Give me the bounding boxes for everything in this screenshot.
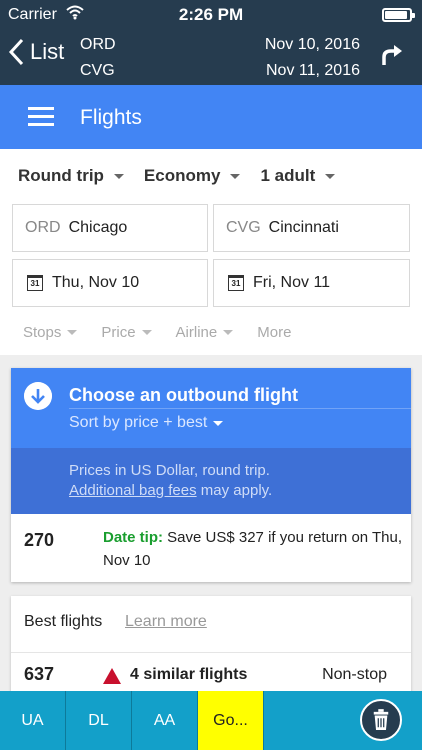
filter-airline[interactable]: Airline [176,324,234,341]
divider [11,652,411,653]
bag-fee-suffix: may apply. [200,482,273,499]
similar-flights-link[interactable]: 4 similar flights [130,666,247,684]
origin-code: ORD [25,219,61,236]
caret-down-icon [141,330,152,335]
filter-label: Stops [23,324,62,341]
battery-icon [382,8,415,22]
filter-label: Price [101,324,136,341]
best-flights-title: Best flights [24,613,103,630]
origin-city: Chicago [68,219,128,236]
tab-label: Go... [213,711,248,729]
caret-down-icon [223,330,234,335]
filter-label: More [257,324,292,341]
price-note: Prices in US Dollar, round trip. Additio… [11,448,411,514]
tab-label: AA [153,711,176,729]
destination-field[interactable]: CVG Cincinnati [213,204,410,252]
divider [69,408,411,409]
nav-depart-date: Nov 10, 2016 [264,36,360,53]
destination-city: Cincinnati [268,219,339,236]
date-tip[interactable]: Date tip: Save US$ 327 if you return on … [103,526,403,572]
caret-down-icon [325,173,336,179]
price-note-line: Prices in US Dollar, round trip. [69,462,270,479]
tab-google[interactable]: Go... [198,691,264,750]
filter-price[interactable]: Price [101,324,152,341]
nav-return-date: Nov 11, 2016 [266,62,360,79]
filter-label: Airline [175,324,218,341]
filter-stops[interactable]: Stops [23,324,78,341]
trash-icon[interactable] [360,699,402,741]
date-tip-label: Date tip: [103,529,163,546]
outbound-header: Choose an outbound flight Sort by price … [11,368,411,448]
trip-type-label: Round trip [18,166,104,185]
route-codes: ORD CVG [80,32,116,84]
nav-destination: CVG [80,62,115,79]
cabin-dropdown[interactable]: Economy [144,166,241,186]
caret-down-icon [230,173,241,179]
caret-down-icon [213,420,224,426]
outbound-title: Choose an outbound flight [69,385,298,405]
chevron-left-icon [8,38,24,66]
search-options: Round trip Economy 1 adult [18,166,336,186]
nav-origin: ORD [80,36,116,53]
calendar-icon: 31 [27,275,43,291]
tab-label: UA [21,711,44,729]
page-title: Flights [80,106,142,129]
filter-row: Stops Price Airline More [23,324,291,341]
battery-fill [385,11,407,19]
hamburger-icon[interactable] [28,107,54,127]
cabin-label: Economy [143,166,221,185]
depart-date-field[interactable]: 31 Thu, Nov 10 [12,259,208,307]
flight-stops: Non-stop [322,666,387,683]
learn-more-link[interactable]: Learn more [125,613,207,631]
search-panel: Round trip Economy 1 adult ORD Chicago C… [0,149,422,355]
sort-dropdown[interactable]: Sort by price + best [69,414,224,432]
status-time: 2:26 PM [178,5,244,24]
bag-fees-link[interactable]: Additional bag fees [69,482,197,499]
tab-label: DL [88,711,109,729]
tab-bar: UA DL AA Go... [0,691,422,750]
delta-logo-icon [103,668,121,684]
destination-code: CVG [226,219,261,236]
passengers-label: 1 adult [260,166,316,185]
return-date-field[interactable]: 31 Fri, Nov 11 [213,259,410,307]
nav-row: List ORD CVG Nov 10, 2016 Nov 11, 2016 [0,30,422,85]
filter-more[interactable]: More [257,324,291,341]
outbound-card: Choose an outbound flight Sort by price … [11,368,411,582]
caret-down-icon [67,330,78,335]
back-button[interactable]: List [8,38,64,66]
bag-fee-line: Additional bag fees may apply. [69,481,411,501]
sort-label: Sort by price + best [69,414,208,431]
refresh-icon[interactable] [378,43,404,69]
back-label: List [30,39,65,64]
calendar-icon: 31 [228,275,244,291]
origin-field[interactable]: ORD Chicago [12,204,208,252]
tab-aa[interactable]: AA [132,691,198,750]
app-bar: Flights [0,85,422,149]
date-tip-price: 270 [24,530,55,550]
top-bar: Carrier 2:26 PM List ORD CVG Nov 10, 201… [0,0,422,85]
return-date-value: Fri, Nov 11 [253,274,331,291]
flight-price: 637 [24,664,55,684]
trip-dates: Nov 10, 2016 Nov 11, 2016 [265,32,360,84]
caret-down-icon [113,173,124,179]
tab-dl[interactable]: DL [66,691,132,750]
trip-type-dropdown[interactable]: Round trip [18,166,124,186]
status-bar: Carrier 2:26 PM [0,0,422,30]
tab-ua[interactable]: UA [0,691,66,750]
depart-date-value: Thu, Nov 10 [52,274,140,291]
passengers-dropdown[interactable]: 1 adult [260,166,336,186]
arrow-down-circle-icon [24,382,52,410]
